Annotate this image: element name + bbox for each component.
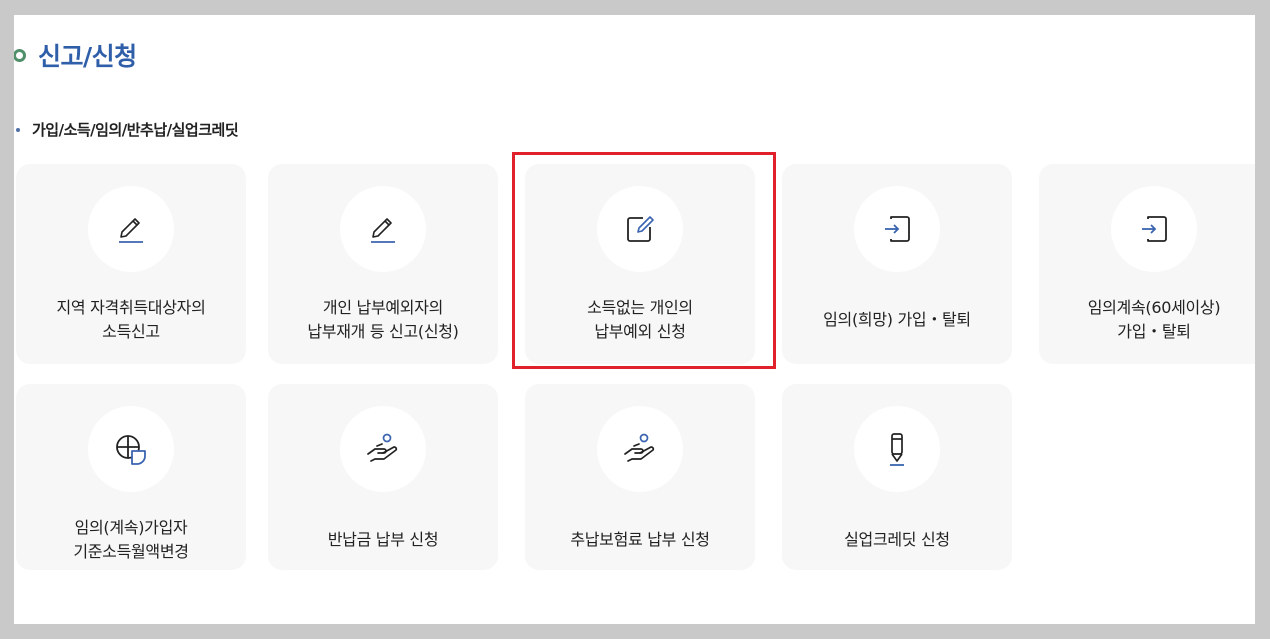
card-icon-circle <box>1111 186 1197 272</box>
hand-person-icon <box>624 433 655 462</box>
card-label: 반납금 납부 신청 <box>327 530 439 549</box>
pencil-underline-icon <box>371 218 395 243</box>
sub-title: 가입/소득/임의/반추납/실업크레딧 <box>16 119 239 140</box>
page-title: 신고/신청 <box>14 37 137 73</box>
card-icon-circle <box>88 406 174 492</box>
title-bullet-icon <box>14 48 26 62</box>
card-label: 실업크레딧 신청 <box>844 530 950 549</box>
card-icon-circle <box>597 406 683 492</box>
pie-chart-icon <box>116 435 146 465</box>
card-icon-circle <box>854 406 940 492</box>
sign-in-icon <box>1142 216 1167 242</box>
card-icon-circle <box>88 186 174 272</box>
card-unemployment-credit[interactable]: 실업크레딧 신청 <box>782 384 1012 570</box>
card-label: 추납보험료 납부 신청 <box>570 530 710 549</box>
sign-in-icon <box>885 216 910 242</box>
card-payment-resume-report[interactable]: 개인 납부예외자의 납부재개 등 신고(신청) <box>268 164 498 364</box>
sub-title-text: 가입/소득/임의/반추납/실업크레딧 <box>32 121 239 139</box>
card-voluntary-join-leave[interactable]: 임의(희망) 가입・탈퇴 <box>782 164 1012 364</box>
main-panel: 신고/신청 가입/소득/임의/반추납/실업크레딧 지역 자격취득대상자의 소득신… <box>14 15 1255 624</box>
hand-person-icon <box>367 433 398 462</box>
page-title-text: 신고/신청 <box>38 42 137 71</box>
card-label: 개인 납부예외자의 납부재개 등 신고(신청) <box>307 298 459 341</box>
pencil-underline-icon <box>119 218 143 243</box>
card-label: 임의(희망) 가입・탈퇴 <box>823 310 971 329</box>
card-icon-circle <box>340 406 426 492</box>
card-base-income-change[interactable]: 임의(계속)가입자 기준소득월액변경 <box>16 384 246 570</box>
selection-highlight <box>512 152 776 369</box>
pen-icon <box>890 433 904 466</box>
card-icon-circle <box>854 186 940 272</box>
card-refund-payment[interactable]: 반납금 납부 신청 <box>268 384 498 570</box>
card-deferred-payment[interactable]: 추납보험료 납부 신청 <box>525 384 755 570</box>
card-label: 임의(계속)가입자 기준소득월액변경 <box>73 518 189 561</box>
card-icon-circle <box>340 186 426 272</box>
card-continued-join-leave[interactable]: 임의계속(60세이상) 가입・탈퇴 <box>1039 164 1255 364</box>
sub-bullet-icon <box>16 127 20 132</box>
card-region-income-report[interactable]: 지역 자격취득대상자의 소득신고 <box>16 164 246 364</box>
card-label: 임의계속(60세이상) 가입・탈퇴 <box>1087 298 1221 341</box>
card-label: 지역 자격취득대상자의 소득신고 <box>56 298 206 341</box>
